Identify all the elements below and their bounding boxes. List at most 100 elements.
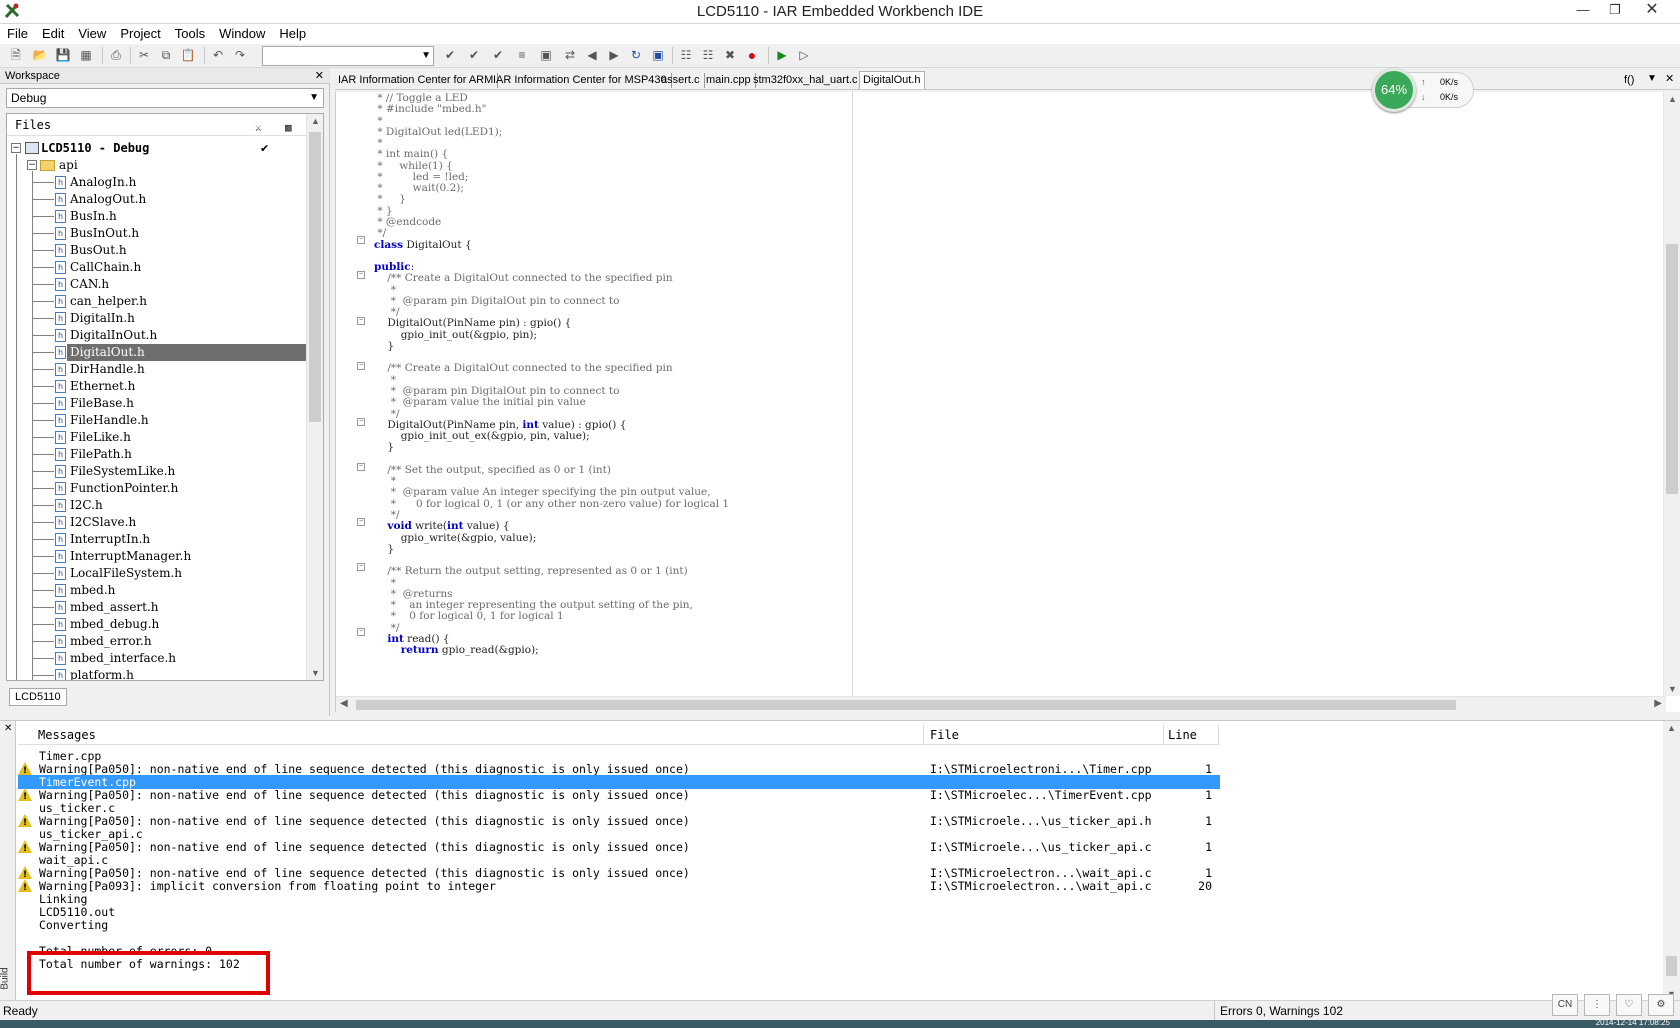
print-icon[interactable]: ⎙ [108, 47, 124, 63]
tree-file-row[interactable]: h DirHandle.h [7, 361, 307, 378]
editor-vscroll[interactable]: ▲ ▼ [1663, 92, 1680, 696]
fold-icon[interactable]: − [357, 518, 365, 526]
tree-file-row[interactable]: h InterruptManager.h [7, 548, 307, 565]
warning-row[interactable]: Warning[Pa050]: non-native end of line s… [18, 866, 1220, 882]
tab-iar-info-arm[interactable]: IAR Information Center for ARM [335, 73, 499, 88]
scroll-thumb[interactable] [1666, 956, 1677, 976]
message-row[interactable]: TimerEvent.cpp [18, 775, 1220, 789]
fold-icon[interactable]: − [357, 463, 365, 471]
warning-row[interactable]: Warning[Pa050]: non-native end of line s… [18, 762, 1220, 778]
options-icon[interactable]: ▩ [285, 117, 292, 139]
download-debug-icon[interactable]: ▶ [774, 47, 790, 63]
tree-file-row[interactable]: h mbed_assert.h [7, 599, 307, 616]
message-row[interactable]: LCD5110.out [18, 905, 1220, 919]
tree-file-row[interactable]: h can_helper.h [7, 293, 307, 310]
tree-file-row[interactable]: h FileBase.h [7, 395, 307, 412]
tab-main-cpp[interactable]: main.cpp [703, 73, 756, 88]
tree-file-row[interactable]: h FileLike.h [7, 429, 307, 446]
message-row[interactable]: us_ticker_api.c [18, 827, 1220, 841]
compile-icon[interactable]: ↻ [628, 47, 644, 63]
tree-file-row[interactable]: h CAN.h [7, 276, 307, 293]
tree-file-row[interactable]: h I2CSlave.h [7, 514, 307, 531]
menu-window[interactable]: Window [212, 24, 272, 44]
tab-hal-uart[interactable]: stm32f0xx_hal_uart.c [750, 73, 863, 88]
debug-no-download-icon[interactable]: ▷ [796, 47, 812, 63]
scroll-up-icon[interactable]: ▲ [1667, 723, 1676, 733]
tree-file-row[interactable]: h Ethernet.h [7, 378, 307, 395]
tree-file-row[interactable]: h I2C.h [7, 497, 307, 514]
configuration-select[interactable]: Debug ▼ [6, 88, 324, 108]
menu-tools[interactable]: Tools [168, 24, 212, 44]
make-icon[interactable]: ▣ [650, 47, 666, 63]
tree-project-row[interactable]: − LCD5110 - Debug ✔ [7, 140, 307, 157]
fold-icon[interactable]: − [357, 271, 365, 279]
message-row[interactable]: us_ticker.c [18, 801, 1220, 815]
back-icon[interactable]: ◀ [584, 47, 600, 63]
replace-icon[interactable]: ≡ [514, 47, 530, 63]
copy-icon[interactable]: ⧉ [158, 47, 174, 63]
workspace-tab[interactable]: LCD5110 [9, 688, 67, 706]
tree-file-row[interactable]: h DigitalInOut.h [7, 327, 307, 344]
navigate-icon[interactable]: ⇄ [562, 47, 578, 63]
fold-icon[interactable]: − [357, 563, 365, 571]
fold-icon[interactable]: − [357, 362, 365, 370]
paste-icon[interactable]: 📋 [180, 47, 196, 63]
cut-icon[interactable]: ✂ [136, 47, 152, 63]
scroll-up-icon[interactable]: ▲ [307, 116, 323, 126]
minimize-icon[interactable]: — [1568, 0, 1598, 20]
warning-row[interactable]: Warning[Pa050]: non-native end of line s… [18, 814, 1220, 830]
warning-row[interactable]: Warning[Pa093]: implicit conversion from… [18, 879, 1220, 895]
find-in-files-icon[interactable]: ✔ [490, 47, 506, 63]
tree-scrollbar[interactable]: ▲ ▼ [306, 114, 323, 680]
menu-help[interactable]: Help [272, 24, 313, 44]
build-vscroll[interactable]: ▲ ▼ [1663, 721, 1680, 1001]
code-editor[interactable]: − − − − − − − − − * // Toggle a LED * #i… [335, 92, 1680, 712]
message-row[interactable]: Converting [18, 918, 1220, 932]
network-monitor-widget[interactable]: ↑ 0K/s ↓ 0K/s 64% [1372, 68, 1476, 112]
go-to-icon[interactable]: ▣ [538, 47, 554, 63]
toggle-bookmark-icon[interactable]: ✔ [442, 47, 458, 63]
scroll-thumb[interactable] [1666, 244, 1678, 494]
close-icon[interactable]: ✕ [1665, 72, 1674, 85]
scroll-right-icon[interactable]: ▶ [1654, 698, 1662, 709]
close-icon[interactable]: ✕ [1632, 0, 1672, 20]
find-combo[interactable]: ▼ [262, 46, 434, 66]
menu-dots-icon[interactable]: ⋮ [1584, 994, 1610, 1016]
scroll-down-icon[interactable]: ▼ [307, 668, 323, 678]
tree-file-row[interactable]: h platform.h [7, 667, 307, 680]
gear-icon[interactable]: ⚙ [1648, 994, 1674, 1016]
scroll-thumb[interactable] [309, 132, 321, 422]
menu-view[interactable]: View [71, 24, 113, 44]
stop-build-icon[interactable]: ☷ [678, 47, 694, 63]
new-file-icon[interactable]: 🗎 [8, 47, 24, 63]
code-area[interactable]: * // Toggle a LED * #include "mbed.h" * … [374, 92, 1634, 696]
save-icon[interactable]: 💾 [55, 47, 71, 63]
tab-digitalout-h[interactable]: DigitalOut.h [859, 71, 926, 89]
function-dropdown[interactable]: f() [1621, 73, 1638, 88]
header-line[interactable]: Line [1168, 728, 1197, 742]
save-all-icon[interactable]: ▦ [78, 47, 94, 63]
collapse-icon[interactable]: − [11, 143, 21, 153]
menu-project[interactable]: Project [113, 24, 167, 44]
tree-file-row[interactable]: h FunctionPointer.h [7, 480, 307, 497]
menu-edit[interactable]: Edit [35, 24, 71, 44]
tree-file-row[interactable]: h BusInOut.h [7, 225, 307, 242]
heart-icon[interactable]: ♡ [1616, 994, 1642, 1016]
fold-icon[interactable]: − [357, 236, 365, 244]
warning-row[interactable]: Warning[Pa050]: non-native end of line s… [18, 840, 1220, 856]
forward-icon[interactable]: ▶ [606, 47, 622, 63]
undo-icon[interactable]: ↶ [210, 47, 226, 63]
fold-icon[interactable]: − [357, 628, 365, 636]
tree-file-row[interactable]: h BusOut.h [7, 242, 307, 259]
scroll-up-icon[interactable]: ▲ [1664, 94, 1680, 104]
close-icon[interactable]: ✕ [315, 68, 324, 84]
tree-file-row[interactable]: h DigitalOut.h [7, 344, 313, 361]
build-all-icon[interactable]: ☷ [700, 47, 716, 63]
tree-file-row[interactable]: h mbed_debug.h [7, 616, 307, 633]
message-row[interactable]: Linking [18, 892, 1220, 906]
ime-button[interactable]: CN [1552, 994, 1578, 1016]
breakpoint-icon[interactable]: ● [744, 47, 760, 63]
tree-folder-row[interactable]: − api [7, 157, 307, 174]
tree-file-row[interactable]: h CallChain.h [7, 259, 307, 276]
tree-file-row[interactable]: h LocalFileSystem.h [7, 565, 307, 582]
